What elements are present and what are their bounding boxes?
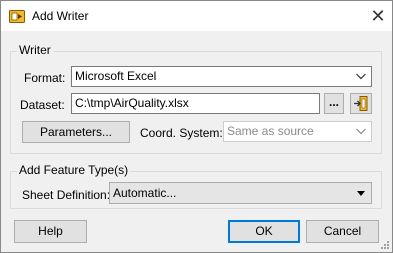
resize-grip-icon[interactable] xyxy=(379,239,390,250)
chevron-down-icon xyxy=(355,122,367,141)
cancel-label: Cancel xyxy=(323,224,362,238)
parameters-button[interactable]: Parameters... xyxy=(22,121,130,143)
parameters-label: Parameters... xyxy=(39,125,113,139)
sheet-definition-select[interactable]: Automatic... xyxy=(109,182,372,204)
sheet-definition-value: Automatic... xyxy=(113,186,177,200)
triangle-down-icon xyxy=(357,191,365,196)
cancel-button[interactable]: Cancel xyxy=(306,220,379,243)
ok-button[interactable]: OK xyxy=(228,220,300,243)
coord-system-select[interactable]: Same as source xyxy=(223,121,372,142)
writer-group-title: Writer xyxy=(17,43,53,57)
dialog-title: Add Writer xyxy=(32,9,89,23)
add-writer-dialog: Add Writer ✕ Writer Format: Microsoft Ex… xyxy=(0,0,393,253)
feature-type-group-title: Add Feature Type(s) xyxy=(17,163,131,177)
title-bar: Add Writer ✕ xyxy=(1,1,392,31)
format-select[interactable]: Microsoft Excel xyxy=(71,66,372,87)
ok-label: OK xyxy=(255,224,273,238)
format-label: Format: xyxy=(24,71,66,85)
chevron-down-icon xyxy=(355,67,367,86)
help-label: Help xyxy=(38,224,63,238)
fme-writer-icon xyxy=(9,8,25,24)
dataset-input[interactable]: C:\tmp\AirQuality.xlsx xyxy=(71,93,320,114)
coord-system-value: Same as source xyxy=(227,124,314,138)
help-button[interactable]: Help xyxy=(14,220,87,243)
coord-system-label: Coord. System: xyxy=(140,126,223,140)
dataset-value: C:\tmp\AirQuality.xlsx xyxy=(75,96,189,110)
dataset-browse-icon[interactable] xyxy=(350,93,372,114)
sheet-definition-label: Sheet Definition: xyxy=(22,188,111,202)
close-icon[interactable]: ✕ xyxy=(367,5,389,27)
browse-ellipsis: ... xyxy=(328,95,339,109)
format-value: Microsoft Excel xyxy=(75,69,157,83)
dataset-label: Dataset: xyxy=(20,98,65,112)
dataset-browse-button[interactable]: ... xyxy=(324,93,344,114)
